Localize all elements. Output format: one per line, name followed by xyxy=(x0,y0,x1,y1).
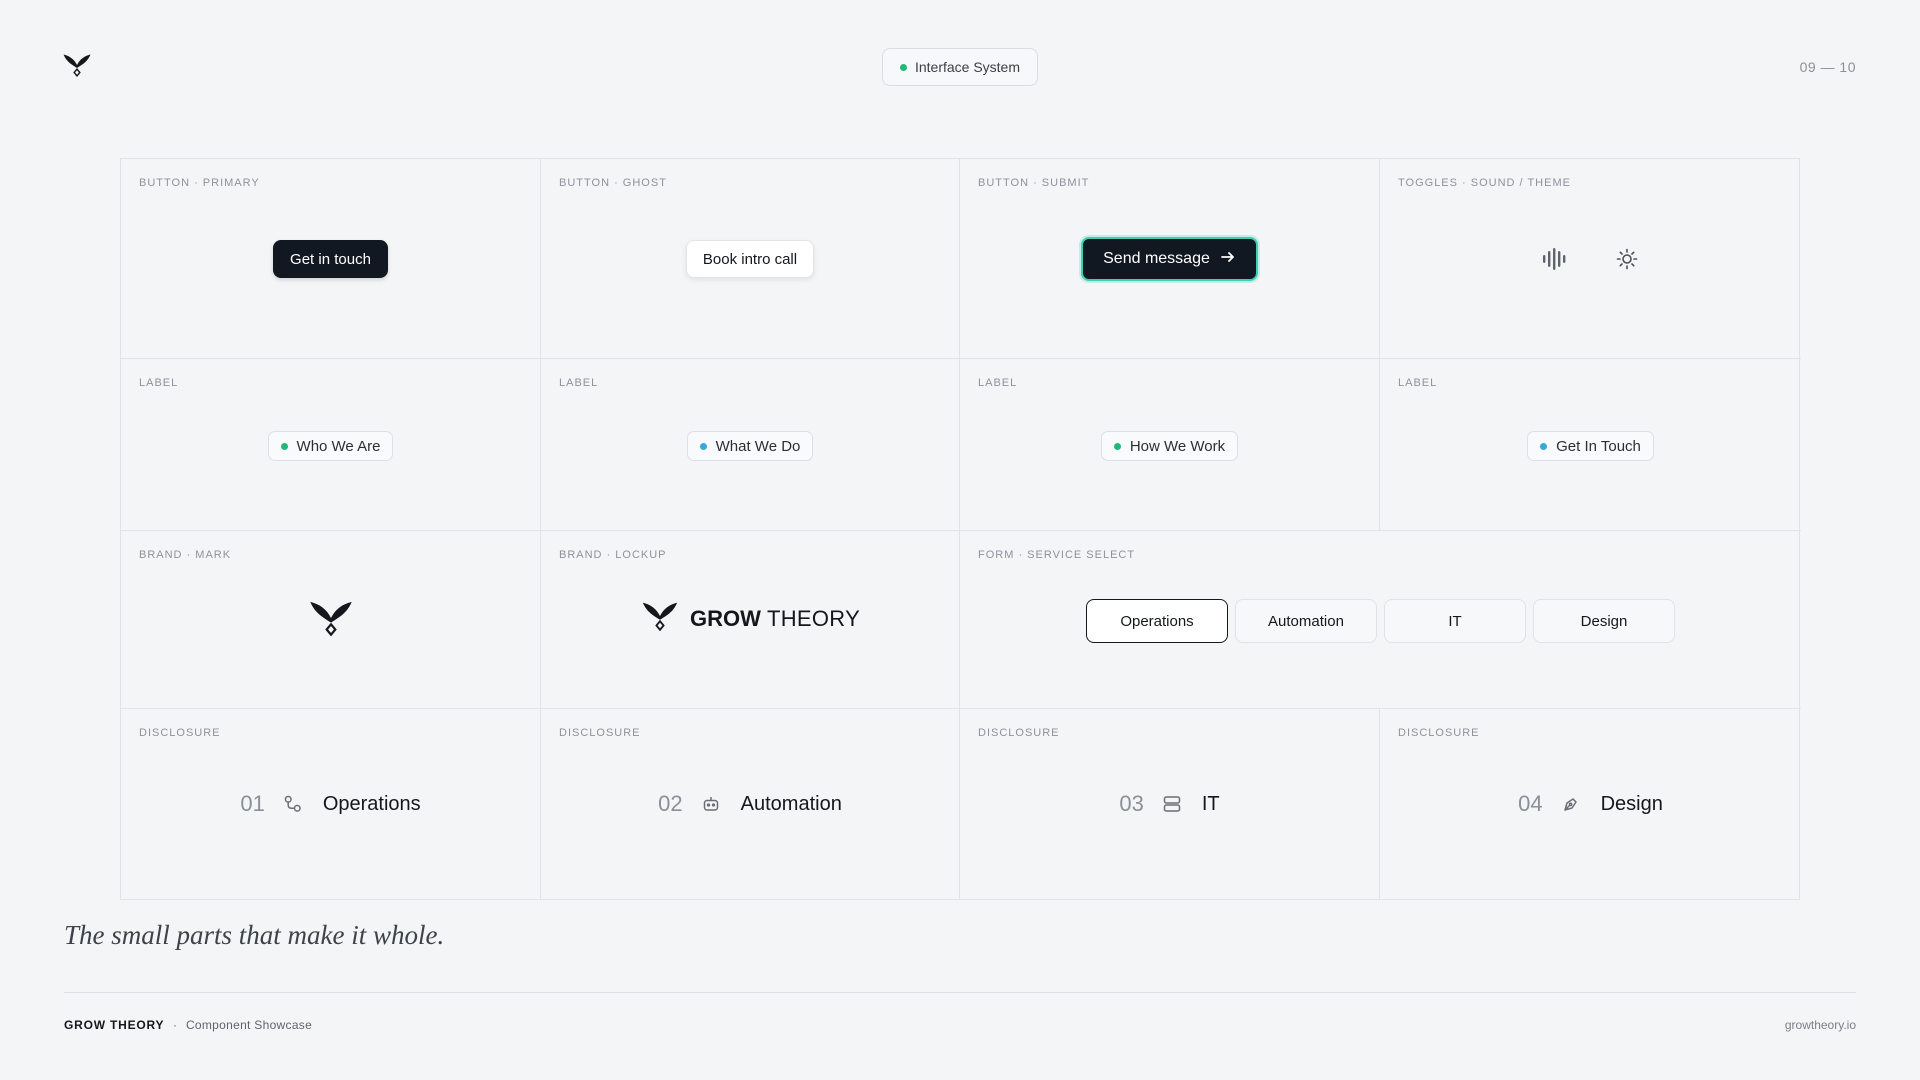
sun-icon[interactable] xyxy=(1612,244,1642,274)
cell-disclosure-2: DISCLOSURE 02 Automation xyxy=(541,709,960,899)
label-text: Who We Are xyxy=(296,437,381,455)
send-message-label: Send message xyxy=(1103,250,1210,267)
cell-caption: DISCLOSURE xyxy=(559,727,641,739)
page-number: 09 — 10 xyxy=(1799,59,1856,75)
cell-caption: TOGGLES · SOUND / THEME xyxy=(1398,177,1571,189)
brand-lockup: GROW THEORY xyxy=(640,597,860,641)
cell-label-3: LABEL How We Work xyxy=(960,359,1380,531)
cell-caption: BRAND · LOCKUP xyxy=(559,549,667,561)
label-text: What We Do xyxy=(715,437,801,455)
disclosure-automation[interactable]: 02 Automation xyxy=(658,791,842,817)
service-option-design[interactable]: Design xyxy=(1533,599,1675,643)
cell-caption: BUTTON · SUBMIT xyxy=(978,177,1090,189)
footer-url[interactable]: growtheory.io xyxy=(1785,1018,1856,1032)
cell-label-2: LABEL What We Do xyxy=(541,359,960,531)
robot-icon xyxy=(701,794,721,814)
cell-caption: DISCLOSURE xyxy=(978,727,1060,739)
pen-nib-icon xyxy=(1561,794,1581,814)
workflow-icon xyxy=(283,794,303,814)
section-pill-label: Interface System xyxy=(914,59,1021,75)
disclosure-number: 03 xyxy=(1119,791,1144,816)
disclosure-name: Operations xyxy=(322,792,421,815)
sound-wave-icon[interactable] xyxy=(1540,244,1570,274)
cell-label-4: LABEL Get In Touch xyxy=(1380,359,1801,531)
cell-disclosure-4: DISCLOSURE 04 Design xyxy=(1380,709,1801,899)
component-grid: BUTTON · PRIMARY Get in touch BUTTON · G… xyxy=(120,158,1801,900)
brand-mark-icon xyxy=(306,595,356,646)
footer-divider xyxy=(64,992,1856,993)
cell-disclosure-3: DISCLOSURE 03 IT xyxy=(960,709,1380,899)
status-dot xyxy=(699,442,707,450)
lockup-word-light: THEORY xyxy=(766,606,861,631)
arrow-right-icon xyxy=(1220,249,1236,270)
section-pill: Interface System xyxy=(882,48,1038,86)
cell-caption: DISCLOSURE xyxy=(139,727,221,739)
cell-caption: BUTTON · PRIMARY xyxy=(139,177,260,189)
disclosure-it[interactable]: 03 IT xyxy=(1119,791,1219,817)
disclosure-operations[interactable]: 01 Operations xyxy=(240,791,420,817)
label-get-in-touch[interactable]: Get In Touch xyxy=(1527,431,1654,461)
server-icon xyxy=(1162,794,1182,814)
book-intro-call-button[interactable]: Book intro call xyxy=(685,240,815,278)
send-message-button[interactable]: Send message xyxy=(1081,237,1258,281)
cell-caption: LABEL xyxy=(139,377,179,389)
brand-logo-icon[interactable] xyxy=(62,50,92,80)
cell-label-1: LABEL Who We Are xyxy=(121,359,541,531)
status-dot xyxy=(1113,442,1121,450)
service-option-operations[interactable]: Operations xyxy=(1086,599,1228,643)
status-dot xyxy=(280,442,288,450)
cell-caption: LABEL xyxy=(978,377,1018,389)
tagline: The small parts that make it whole. xyxy=(64,920,445,950)
label-text: How We Work xyxy=(1129,437,1226,455)
label-text: Get In Touch xyxy=(1556,437,1641,455)
service-option-automation[interactable]: Automation xyxy=(1235,599,1377,643)
disclosure-name: IT xyxy=(1201,792,1220,815)
brand-mark-icon xyxy=(640,597,680,641)
disclosure-number: 04 xyxy=(1518,791,1543,816)
cell-service-select: FORM · SERVICE SELECT Operations Automat… xyxy=(960,531,1801,709)
cell-button-ghost: BUTTON · GHOST Book intro call xyxy=(541,159,960,359)
footer-brand: GROW THEORY xyxy=(64,1018,165,1032)
disclosure-name: Design xyxy=(1600,792,1663,815)
label-how-we-work[interactable]: How We Work xyxy=(1100,431,1239,461)
status-dot xyxy=(899,63,907,71)
cell-caption: FORM · SERVICE SELECT xyxy=(978,549,1136,561)
status-dot xyxy=(1540,442,1548,450)
label-what-we-do[interactable]: What We Do xyxy=(686,431,814,461)
cell-caption: DISCLOSURE xyxy=(1398,727,1480,739)
footer-separator: · xyxy=(173,1018,178,1032)
service-option-it[interactable]: IT xyxy=(1384,599,1526,643)
cell-brand-mark: BRAND · MARK xyxy=(121,531,541,709)
disclosure-number: 02 xyxy=(658,791,683,816)
footer-left: GROW THEORY · Component Showcase xyxy=(64,1018,312,1032)
footer-subtitle: Component Showcase xyxy=(185,1018,313,1032)
cell-caption: BRAND · MARK xyxy=(139,549,232,561)
lockup-word-bold: GROW xyxy=(689,606,761,631)
disclosure-number: 01 xyxy=(240,791,265,816)
cell-toggles: TOGGLES · SOUND / THEME xyxy=(1380,159,1801,359)
cell-caption: LABEL xyxy=(559,377,599,389)
cell-brand-lockup: BRAND · LOCKUP GROW THEORY xyxy=(541,531,960,709)
disclosure-name: Automation xyxy=(740,792,842,815)
cell-caption: LABEL xyxy=(1398,377,1438,389)
cell-button-primary: BUTTON · PRIMARY Get in touch xyxy=(121,159,541,359)
cell-caption: BUTTON · GHOST xyxy=(559,177,667,189)
disclosure-design[interactable]: 04 Design xyxy=(1518,791,1663,817)
get-in-touch-button[interactable]: Get in touch xyxy=(273,240,388,278)
label-who-we-are[interactable]: Who We Are xyxy=(267,431,394,461)
cell-disclosure-1: DISCLOSURE 01 Operations xyxy=(121,709,541,899)
cell-button-submit: BUTTON · SUBMIT Send message xyxy=(960,159,1380,359)
service-select-group: Operations Automation IT Design xyxy=(960,599,1801,643)
